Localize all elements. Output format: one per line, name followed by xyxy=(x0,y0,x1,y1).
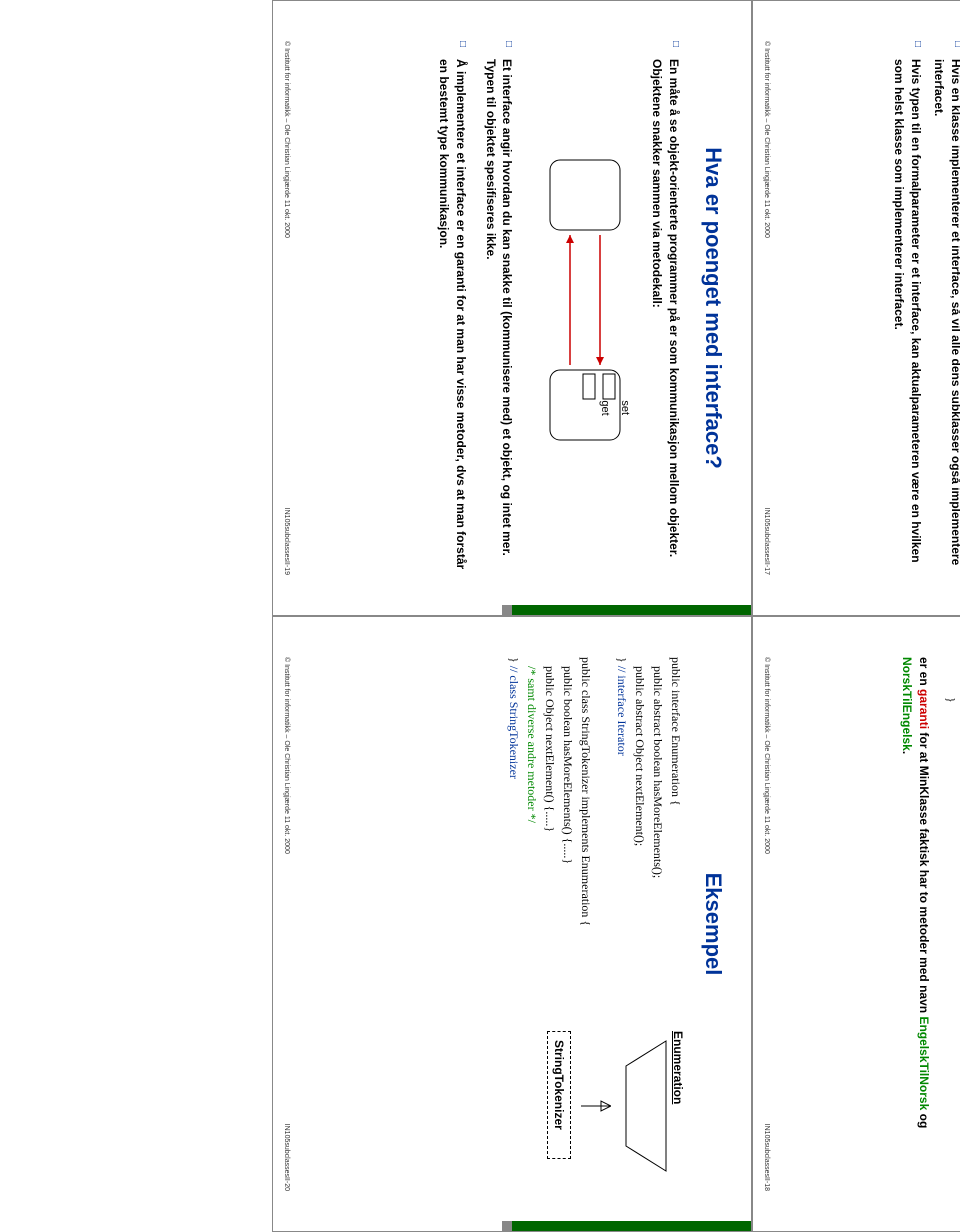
object-diagram: set get xyxy=(535,41,635,575)
bullet: Å implementere et interface er en garant… xyxy=(435,41,469,575)
slide-bruk: Bruk av interface Istedet for å angi nøy… xyxy=(752,616,960,1232)
code-block: class MinKlasse implements Oversetter { … xyxy=(942,697,960,1191)
tokenizer-label: StringTokenizer xyxy=(547,1031,571,1159)
set-label: set xyxy=(619,400,631,415)
accent-bar xyxy=(512,1221,751,1231)
slide-footer: © Institutt for informatikk – Ole Christ… xyxy=(283,657,290,1191)
slide-footer: © Institutt for informatikk – Ole Christ… xyxy=(763,657,770,1191)
bullet: En måte å se objekt-orienterte programme… xyxy=(648,41,682,575)
bullet: Hvis typen til en formalparameter er et … xyxy=(890,41,924,575)
accent-bar xyxy=(512,605,751,615)
paragraph: er en garanti for at MinKlasse faktisk h… xyxy=(898,657,932,1191)
slide-title: Eksempel xyxy=(700,657,726,1191)
bullet: Hvis en klasse implementerer et interfac… xyxy=(930,41,960,575)
slide-footer: © Institutt for informatikk – Ole Christ… xyxy=(763,41,770,575)
slide-poenget: Hva er poenget med interface? En måte å … xyxy=(272,0,752,616)
slide-interface: Interface Et interface er som en strippe… xyxy=(752,0,960,616)
slide-eksempel: Eksempel public interface Enumeration { … xyxy=(272,616,752,1232)
slide-footer: © Institutt for informatikk – Ole Christ… xyxy=(283,41,290,575)
code-block: public interface Enumeration { public ab… xyxy=(505,657,685,1021)
get-label: get xyxy=(599,400,611,415)
bullet: Et interface angir hvordan du kan snakke… xyxy=(482,41,516,575)
enum-label: Enumeration xyxy=(671,1031,685,1191)
hierarchy-diagram: Enumeration StringTokenizer xyxy=(505,1031,685,1191)
slide-title: Hva er poenget med interface? xyxy=(700,41,726,575)
